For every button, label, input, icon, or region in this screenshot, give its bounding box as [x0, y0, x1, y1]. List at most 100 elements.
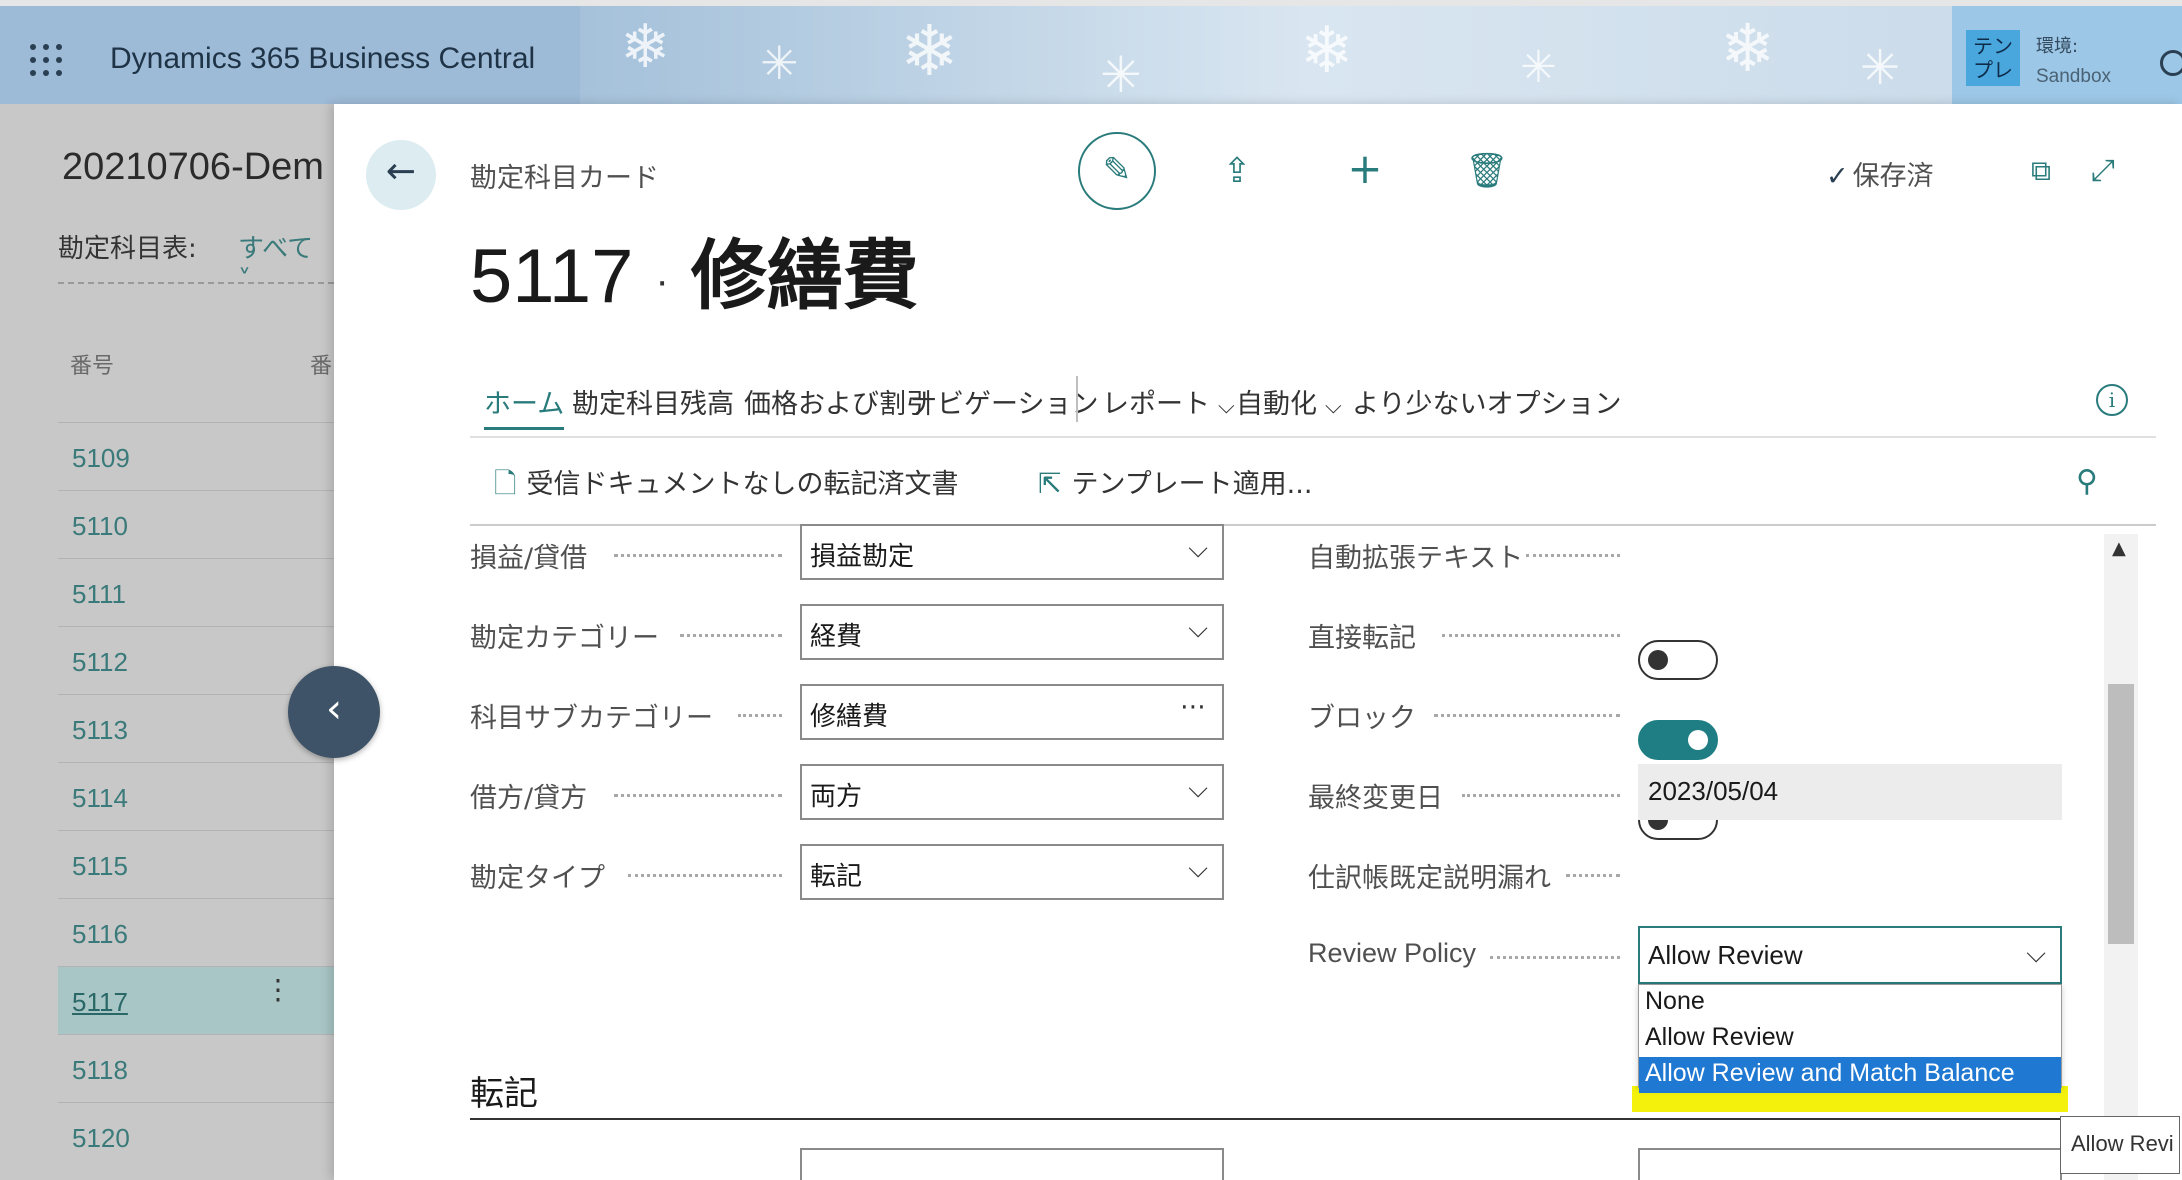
trash-icon: 🗑: [1465, 151, 1509, 191]
account-category-select[interactable]: 経費 ⌵: [800, 604, 1224, 660]
partial-field-box[interactable]: [1638, 1148, 2062, 1180]
debit-credit-select[interactable]: 両方 ⌵: [800, 764, 1224, 820]
tab-report[interactable]: レポート ⌵: [1102, 382, 1235, 421]
environment-name: Sandbox: [2036, 66, 2112, 87]
field-label-account-type: 勘定タイプ: [470, 863, 605, 894]
table-row[interactable]: 5120: [58, 1102, 334, 1170]
account-number[interactable]: 5118: [72, 1055, 128, 1086]
app-launcher-icon[interactable]: [30, 44, 62, 76]
chevron-down-icon: ⌵: [1188, 534, 1208, 564]
info-icon[interactable]: i: [2096, 384, 2128, 416]
account-subcategory-lookup[interactable]: 修繕費 ⋯: [800, 684, 1224, 740]
company-badge[interactable]: テン プレ: [1966, 30, 2020, 86]
column-header-number-2[interactable]: 番: [310, 348, 332, 380]
dropdown-option-allow-review-match-balance[interactable]: Allow Review and Match Balance: [1639, 1057, 2061, 1093]
field-label-debit-credit: 借方/貸方: [470, 783, 588, 814]
section-title-posting[interactable]: 転記: [470, 1066, 538, 1115]
snowflake-decoration: ✳: [1520, 42, 1557, 93]
review-policy-select[interactable]: Allow Review ⌵: [1638, 926, 2062, 984]
edit-button[interactable]: ✎: [1078, 132, 1156, 210]
snowflake-decoration: ❄: [620, 12, 671, 82]
account-number[interactable]: 5116: [72, 919, 128, 950]
chevron-down-icon: ⌵: [1188, 854, 1208, 884]
account-type-select[interactable]: 転記 ⌵: [800, 844, 1224, 900]
income-balance-select[interactable]: 損益勘定 ⌵: [800, 524, 1224, 580]
table-row[interactable]: 5110: [58, 490, 334, 558]
action-separator: [1076, 376, 1078, 422]
share-button[interactable]: ⇪: [1212, 148, 1262, 198]
app-title[interactable]: Dynamics 365 Business Central: [110, 42, 535, 76]
tooltip: Allow Revi: [2060, 1116, 2180, 1174]
list-filter-value[interactable]: すべて ˅: [238, 228, 334, 295]
back-button[interactable]: ←: [366, 140, 436, 210]
income-balance-value: 損益勘定: [810, 542, 915, 572]
divider: [470, 524, 2156, 526]
tab-navigation[interactable]: ナビゲーション: [910, 382, 1098, 421]
apply-template-button[interactable]: ⇱ テンプレート適用...: [1038, 462, 1312, 501]
tab-report-label: レポート: [1102, 389, 1210, 420]
account-number[interactable]: 5120: [72, 1123, 130, 1154]
column-header-number[interactable]: 番号: [70, 348, 114, 380]
popout-icon: ⧉: [2031, 154, 2051, 187]
auto-extended-text-toggle[interactable]: [1638, 640, 1718, 680]
posted-docs-label: 受信ドキュメントなしの転記済文書: [526, 469, 959, 500]
review-policy-value: Allow Review: [1648, 940, 1803, 970]
account-number[interactable]: 5110: [72, 511, 128, 542]
search-icon[interactable]: [2160, 50, 2182, 76]
open-new-window-button[interactable]: ⧉: [2016, 148, 2066, 198]
dropdown-option-allow-review[interactable]: Allow Review: [1639, 1021, 2061, 1057]
account-number[interactable]: 5112: [72, 647, 128, 678]
plus-icon: +: [1347, 144, 1383, 193]
title-separator: ·: [655, 259, 669, 304]
collapse-panel-button[interactable]: ‹: [288, 666, 380, 758]
toggle-knob: [1648, 650, 1668, 670]
tab-prices-discounts[interactable]: 価格および割引: [744, 382, 933, 421]
direct-posting-toggle[interactable]: [1638, 720, 1718, 760]
table-row[interactable]: 5109: [58, 422, 334, 490]
tab-home[interactable]: ホーム: [484, 382, 565, 430]
table-row[interactable]: 5118: [58, 1034, 334, 1102]
top-bar: ❄ ✳ ❄ ✳ ❄ ✳ ❄ ✳ Dynamics 365 Business Ce…: [0, 0, 2182, 104]
ellipsis-icon[interactable]: ⋯: [1180, 692, 1208, 722]
label-leader: [614, 554, 782, 557]
table-row-selected[interactable]: 5117 ⋮: [58, 966, 334, 1034]
expand-button[interactable]: ⤢: [2078, 148, 2128, 198]
table-row[interactable]: 5115: [58, 830, 334, 898]
new-button[interactable]: +: [1340, 144, 1390, 194]
table-row[interactable]: 5112: [58, 626, 334, 694]
row-menu-icon[interactable]: ⋮: [264, 976, 292, 1004]
snowflake-decoration: ✳: [1860, 40, 1901, 96]
account-number[interactable]: 5117: [72, 987, 128, 1018]
account-number[interactable]: 5111: [72, 579, 126, 610]
share-icon: ⇪: [1222, 151, 1252, 191]
table-row[interactable]: 5114: [58, 762, 334, 830]
dropdown-option-none[interactable]: None: [1639, 985, 2061, 1021]
account-number[interactable]: 5114: [72, 783, 128, 814]
divider: [470, 436, 2156, 438]
table-row[interactable]: 5111: [58, 558, 334, 626]
pin-icon[interactable]: ⚲: [2076, 464, 2098, 499]
tab-balance[interactable]: 残高: [680, 382, 734, 421]
partial-field-box[interactable]: [800, 1148, 1224, 1180]
tab-account[interactable]: 勘定科目: [572, 382, 680, 421]
field-label-income-balance: 損益/貸借: [470, 543, 588, 574]
chevron-down-icon: ⌵: [1325, 394, 1342, 419]
review-policy-dropdown: None Allow Review Allow Review and Match…: [1638, 984, 2062, 1093]
account-number[interactable]: 5109: [72, 443, 130, 474]
apply-template-label: テンプレート適用...: [1071, 469, 1313, 500]
account-subcategory-value: 修繕費: [810, 702, 889, 732]
delete-button[interactable]: 🗑: [1462, 148, 1512, 198]
account-number[interactable]: 5115: [72, 851, 128, 882]
scroll-up-icon[interactable]: ▲: [2112, 538, 2126, 559]
posted-docs-without-incoming-button[interactable]: 🗋 受信ドキュメントなしの転記済文書: [494, 462, 959, 511]
field-label-account-subcategory: 科目サブカテゴリー: [470, 703, 713, 734]
last-date-modified-value: 2023/05/04: [1638, 764, 2062, 820]
table-row[interactable]: 5116: [58, 898, 334, 966]
field-label-review-policy: Review Policy: [1308, 938, 1477, 968]
fewer-options-button[interactable]: より少ないオプション: [1352, 382, 1621, 421]
account-number-title: 5117: [470, 234, 634, 319]
account-number[interactable]: 5113: [72, 715, 128, 746]
scrollbar-thumb[interactable]: [2108, 684, 2134, 944]
tab-automate[interactable]: 自動化 ⌵: [1236, 382, 1342, 421]
chevron-down-icon: ⌵: [1188, 614, 1208, 644]
